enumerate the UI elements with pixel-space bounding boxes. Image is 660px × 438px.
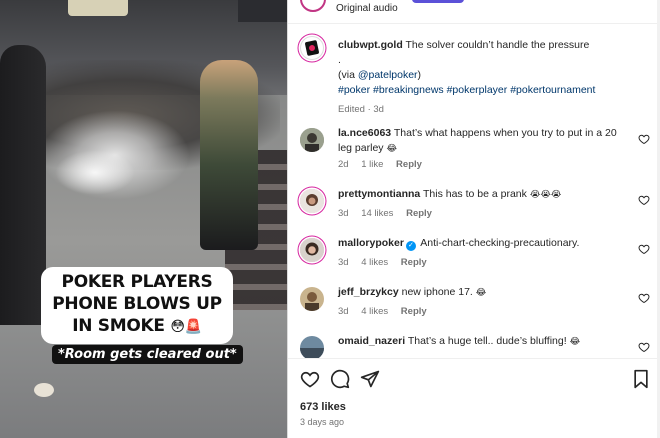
follow-button[interactable] bbox=[412, 0, 464, 3]
comment-likes[interactable]: 1 like bbox=[361, 159, 383, 170]
video-subcaption: *Room gets cleared out* bbox=[52, 345, 243, 364]
post-text: The solver couldn’t handle the pressure bbox=[405, 39, 590, 51]
video-stage-screen bbox=[68, 0, 128, 16]
comment-body: mallorypoker ✓ Anti-chart-checking-precau… bbox=[338, 236, 628, 251]
comment-emoji: 😂 bbox=[569, 337, 581, 347]
video-banner bbox=[238, 0, 287, 22]
reply-button[interactable]: Reply bbox=[401, 257, 427, 268]
post-panel: Original audio clubwpt.gold The solver c… bbox=[287, 0, 660, 438]
comment-age: 3d bbox=[338, 208, 349, 219]
via-handle-link[interactable]: @patelpoker bbox=[358, 69, 418, 81]
hashtags[interactable]: #poker #breakingnews #pokerplayer #poker… bbox=[338, 84, 595, 96]
reply-button[interactable]: Reply bbox=[401, 306, 427, 317]
video-smoke-core bbox=[55, 150, 135, 195]
video-person-center bbox=[200, 60, 258, 250]
comment-icon[interactable] bbox=[330, 369, 350, 389]
comment-item: la.nce6063 That’s what happens when you … bbox=[300, 124, 650, 170]
commenter-avatar[interactable] bbox=[300, 189, 324, 213]
edited-label: Edited · 3d bbox=[338, 104, 384, 115]
likes-count[interactable]: 673 likes bbox=[300, 401, 346, 413]
post-caption-text: clubwpt.gold The solver couldn’t handle … bbox=[338, 38, 648, 122]
comment-meta: 3d 4 likes Reply bbox=[338, 306, 437, 317]
author-avatar[interactable] bbox=[300, 36, 324, 60]
via-prefix: (via bbox=[338, 69, 358, 81]
comment-body: jeff_brzykcy new iphone 17. 😂 bbox=[338, 285, 628, 301]
comment-emoji: 😭😭😭 bbox=[529, 190, 562, 200]
post-dot: . bbox=[338, 54, 341, 66]
caption-line-3: IN SMOKE 😳🚨 bbox=[47, 315, 227, 338]
commenter-avatar[interactable] bbox=[300, 238, 324, 262]
comment-meta: 3d 14 likes Reply bbox=[338, 208, 442, 219]
avatar-image bbox=[300, 336, 324, 358]
reply-button[interactable]: Reply bbox=[406, 208, 432, 219]
commenter-avatar[interactable] bbox=[300, 336, 324, 358]
author-username[interactable]: clubwpt.gold bbox=[338, 39, 403, 51]
via-suffix: ) bbox=[417, 69, 422, 81]
comment-text: That’s a huge tell.. dude’s bluffing! bbox=[407, 335, 567, 347]
comment-emoji: 😂 bbox=[386, 144, 397, 154]
playing-card-icon bbox=[304, 39, 320, 57]
comment-likes[interactable]: 14 likes bbox=[361, 208, 393, 219]
comment-text: This has to be a prank bbox=[423, 188, 527, 200]
comment-username[interactable]: prettymontianna bbox=[338, 188, 420, 200]
comment-item: mallorypoker ✓ Anti-chart-checking-precau… bbox=[300, 234, 650, 280]
comment-likes[interactable]: 4 likes bbox=[361, 257, 388, 268]
commenter-avatar[interactable] bbox=[300, 128, 324, 152]
comment-like-heart-icon[interactable] bbox=[638, 243, 650, 255]
comment-text: Anti-chart-checking-precautionary. bbox=[420, 237, 580, 249]
comment-likes[interactable]: 4 likes bbox=[361, 306, 388, 317]
post-time: 3 days ago bbox=[300, 417, 345, 427]
comment-username[interactable]: la.nce6063 bbox=[338, 127, 391, 139]
comments-scroll-area[interactable]: clubwpt.gold The solver couldn’t handle … bbox=[288, 24, 660, 358]
comment-username[interactable]: jeff_brzykcy bbox=[338, 286, 399, 298]
comment-like-heart-icon[interactable] bbox=[638, 133, 650, 145]
author-avatar-top[interactable] bbox=[300, 0, 326, 12]
post-header: Original audio bbox=[288, 0, 660, 24]
comment-item: omaid_nazeri That’s a huge tell.. dude’s… bbox=[300, 332, 650, 358]
comment-meta: 2d 1 like Reply bbox=[338, 159, 432, 170]
commenter-avatar[interactable] bbox=[300, 287, 324, 311]
heart-icon[interactable] bbox=[300, 369, 320, 389]
comment-item: prettymontianna This has to be a prank 😭… bbox=[300, 185, 650, 231]
avatar-image bbox=[300, 128, 324, 152]
audio-label[interactable]: Original audio bbox=[336, 3, 398, 14]
comment-body: prettymontianna This has to be a prank 😭… bbox=[338, 187, 628, 203]
avatar-image bbox=[300, 287, 324, 311]
save-icon[interactable] bbox=[631, 369, 651, 389]
comment-age: 3d bbox=[338, 257, 349, 268]
comment-emoji: 😂 bbox=[475, 288, 487, 298]
comment-item: jeff_brzykcy new iphone 17. 😂 3d 4 likes… bbox=[300, 283, 650, 329]
caption-line-3-text: IN SMOKE bbox=[72, 316, 165, 336]
video-caption: POKER PLAYERS PHONE BLOWS UP IN SMOKE 😳🚨 bbox=[41, 267, 233, 344]
verified-badge-icon: ✓ bbox=[405, 241, 416, 251]
comment-like-heart-icon[interactable] bbox=[638, 292, 650, 304]
video-floor-object bbox=[34, 383, 54, 397]
comment-text: new iphone 17. bbox=[401, 286, 473, 298]
caption-line-1: POKER PLAYERS bbox=[61, 272, 213, 292]
comment-username[interactable]: omaid_nazeri bbox=[338, 335, 405, 347]
reply-button[interactable]: Reply bbox=[396, 159, 422, 170]
comment-age: 3d bbox=[338, 306, 349, 317]
avatar-image bbox=[300, 189, 324, 213]
comment-meta: 3d 4 likes Reply bbox=[338, 257, 437, 268]
comment-body: la.nce6063 That’s what happens when you … bbox=[338, 126, 628, 157]
caption-line-2: PHONE BLOWS UP bbox=[52, 294, 222, 314]
comment-age: 2d bbox=[338, 159, 349, 170]
comment-username[interactable]: mallorypoker bbox=[338, 237, 404, 249]
caption-emoji: 😳🚨 bbox=[170, 319, 202, 335]
post-actions: 673 likes 3 days ago bbox=[288, 358, 660, 438]
share-icon[interactable] bbox=[360, 369, 380, 389]
comment-like-heart-icon[interactable] bbox=[638, 341, 650, 353]
video-person-left bbox=[0, 45, 46, 325]
comment-like-heart-icon[interactable] bbox=[638, 194, 650, 206]
avatar-image bbox=[300, 238, 324, 262]
video-player[interactable]: POKER PLAYERS PHONE BLOWS UP IN SMOKE 😳🚨… bbox=[0, 0, 287, 438]
comment-body: omaid_nazeri That’s a huge tell.. dude’s… bbox=[338, 334, 628, 350]
